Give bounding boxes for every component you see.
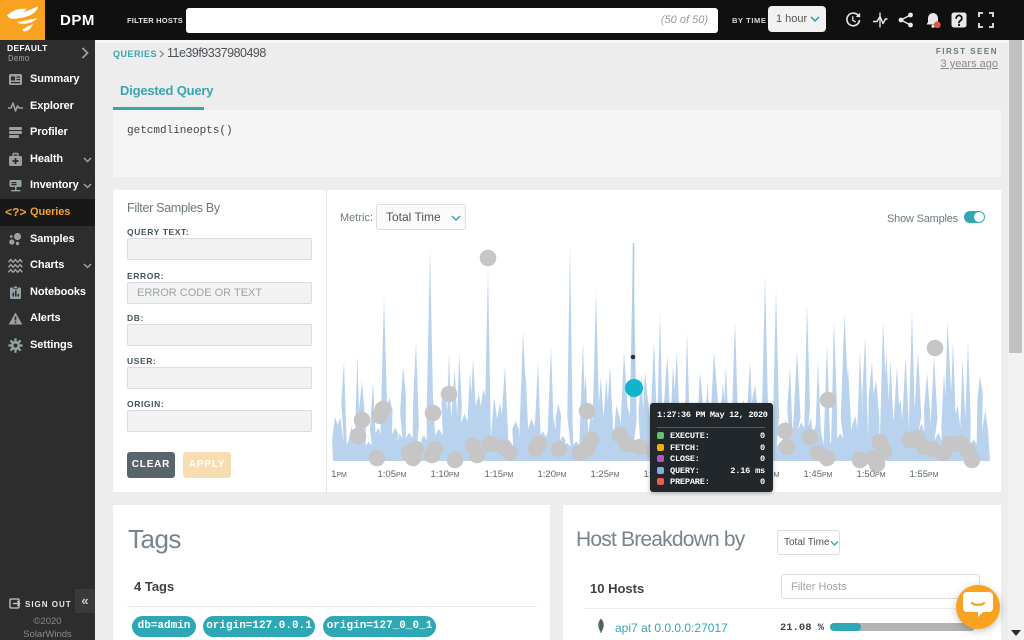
svg-text:1:10PM: 1:10PM [431,469,460,480]
svg-text:1:25PM: 1:25PM [591,469,620,480]
svg-text:1:45PM: 1:45PM [804,469,833,480]
svg-text:1:20PM: 1:20PM [538,469,567,480]
svg-text:1PM: 1PM [331,469,347,480]
svg-text:1:15PM: 1:15PM [485,469,514,480]
svg-text:1:05PM: 1:05PM [378,469,407,480]
svg-text:1:55PM: 1:55PM [910,469,939,480]
